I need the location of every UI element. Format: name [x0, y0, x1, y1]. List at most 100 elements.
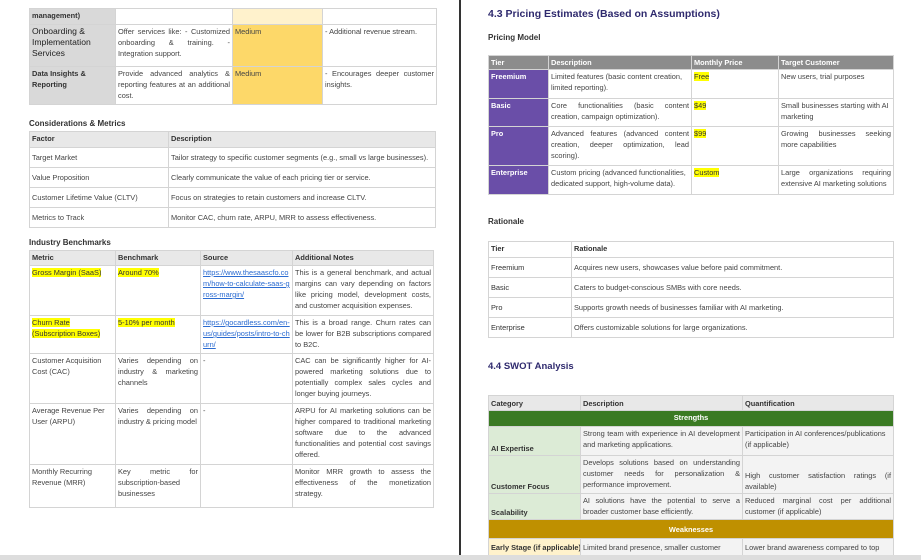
- column-header: Category: [488, 395, 581, 411]
- tier-cell: Freemium: [488, 69, 549, 99]
- metric-cell: Monthly Recurring Revenue (MRR): [29, 464, 116, 508]
- description-cell: Clearly communicate the value of each pr…: [168, 167, 436, 188]
- rationale-table: Tier Rationale Freemium Acquires new users…: [488, 241, 894, 338]
- service-notes: - Additional revenue stream.: [322, 24, 437, 67]
- services-table: management) Onboarding & Implementation …: [29, 8, 437, 105]
- service-notes: - Encourages deeper customer insights.: [322, 66, 437, 105]
- source-cell: -: [200, 403, 293, 465]
- tier-cell: Enterprise: [488, 317, 572, 338]
- rationale-cell: Offers customizable solutions for large …: [571, 317, 894, 338]
- description-cell: AI solutions have the potential to serve…: [580, 493, 743, 520]
- category-cell: Early Stage (if applicable): [488, 538, 581, 557]
- quantification-cell: Lower brand awareness compared to top: [742, 538, 894, 557]
- document-page-right: 4.3 Pricing Estimates (Based on Assumpti…: [461, 0, 921, 557]
- swot-heading: 4.4 SWOT Analysis: [488, 361, 574, 372]
- description-cell: Develops solutions based on understandin…: [580, 455, 743, 494]
- quantification-cell: Participation in AI conferences/publicat…: [742, 426, 894, 456]
- table-row: Basic Core functionalities (basic conten…: [488, 98, 894, 127]
- notes-cell: This is a general benchmark, and actual …: [292, 265, 434, 316]
- benchmark-cell: Around 70%: [118, 268, 159, 277]
- service-level: Medium: [232, 66, 323, 105]
- column-header: Factor: [29, 131, 169, 148]
- description-cell: Monitor CAC, churn rate, ARPU, MRR to as…: [168, 207, 436, 228]
- table-row: management): [29, 8, 437, 25]
- rationale-title: Rationale: [488, 217, 525, 226]
- metric-cell: Churn Rate (Subscription Boxes): [32, 318, 101, 338]
- viewer-bottom-edge: [0, 555, 921, 560]
- pricing-heading: 4.3 Pricing Estimates (Based on Assumpti…: [488, 8, 720, 20]
- notes-cell: ARPU for AI marketing solutions can be h…: [292, 403, 434, 465]
- column-header: Tier: [488, 55, 549, 70]
- benchmark-cell: Key metric for subscription-based busine…: [115, 464, 201, 508]
- rationale-cell: Caters to budget-conscious SMBs with cor…: [571, 277, 894, 298]
- table-row: Target Market Tailor strategy to specific…: [29, 147, 436, 168]
- column-header: Additional Notes: [292, 250, 434, 266]
- price-cell: Free: [694, 72, 710, 81]
- factor-cell: Customer Lifetime Value (CLTV): [29, 187, 169, 208]
- tier-cell: Pro: [488, 126, 549, 166]
- table-row: AI Expertise Strong team with experience…: [488, 426, 894, 456]
- table-row: Metrics to Track Monitor CAC, churn rate,…: [29, 207, 436, 228]
- service-name: Onboarding & Implementation Services: [29, 24, 116, 67]
- description-cell: Strong team with experience in AI develo…: [580, 426, 743, 456]
- table-row: Value Proposition Clearly communicate the…: [29, 167, 436, 188]
- tier-cell: Enterprise: [488, 165, 549, 195]
- quantification-cell: Reduced marginal cost per additional cus…: [742, 493, 894, 520]
- strengths-section-header: Strengths: [488, 410, 894, 427]
- description-cell: Custom pricing (advanced functionalities…: [548, 165, 692, 195]
- description-cell: Focus on strategies to retain customers …: [168, 187, 436, 208]
- column-header: Description: [548, 55, 692, 70]
- tier-cell: Basic: [488, 98, 549, 127]
- category-cell: AI Expertise: [488, 426, 581, 456]
- table-row: Average Revenue Per User (ARPU) Varies d…: [29, 403, 434, 465]
- price-cell: Custom: [694, 168, 720, 177]
- notes-cell: Monitor MRR growth to assess the effecti…: [292, 464, 434, 508]
- service-desc: Provide advanced analytics & reporting f…: [115, 66, 233, 105]
- considerations-table: Factor Description Target Market Tailor st…: [29, 131, 436, 228]
- source-link[interactable]: https://gocardless.com/en-us/guides/post…: [203, 318, 290, 349]
- considerations-title: Considerations & Metrics: [29, 119, 126, 128]
- document-page-left: management) Onboarding & Implementation …: [0, 0, 459, 555]
- benchmark-cell: 5-10% per month: [118, 318, 175, 327]
- price-cell: $99: [694, 129, 707, 138]
- table-row: Enterprise Offers customizable solutions …: [488, 317, 894, 338]
- column-header: Source: [200, 250, 293, 266]
- description-cell: Advanced features (advanced content crea…: [548, 126, 692, 166]
- table-row: Customer Focus Develops solutions based …: [488, 455, 894, 494]
- column-header: Quantification: [742, 395, 894, 411]
- table-row: Gross Margin (SaaS) Around 70% https://w…: [29, 265, 434, 316]
- table-row: Freemium Acquires new users, showcases va…: [488, 257, 894, 278]
- description-cell: Limited brand presence, smaller customer: [580, 538, 743, 557]
- category-cell: Scalability: [488, 493, 581, 520]
- tier-cell: Freemium: [488, 257, 572, 278]
- table-row: Monthly Recurring Revenue (MRR) Key metr…: [29, 464, 434, 508]
- factor-cell: Metrics to Track: [29, 207, 169, 228]
- rationale-cell: Supports growth needs of businesses fami…: [571, 297, 894, 318]
- source-cell: -: [200, 353, 293, 404]
- column-header: Metric: [29, 250, 116, 266]
- description-cell: Core functionalities (basic content crea…: [548, 98, 692, 127]
- service-level: [232, 8, 323, 25]
- source-link[interactable]: https://www.thesaascfo.com/how-to-calcul…: [203, 268, 290, 299]
- description-cell: Limited features (basic content creation…: [548, 69, 692, 99]
- table-row: Data Insights & Reporting Provide advanc…: [29, 66, 437, 105]
- description-cell: Tailor strategy to specific customer seg…: [168, 147, 436, 168]
- column-header: Monthly Price: [691, 55, 779, 70]
- service-level: Medium: [232, 24, 323, 67]
- service-name: Data Insights & Reporting: [29, 66, 116, 105]
- tier-cell: Pro: [488, 297, 572, 318]
- rationale-cell: Acquires new users, showcases value befo…: [571, 257, 894, 278]
- column-header: Rationale: [571, 241, 894, 258]
- service-notes: [322, 8, 437, 25]
- pricing-model-title: Pricing Model: [488, 33, 541, 42]
- benchmarks-table: Metric Benchmark Source Additional Notes…: [29, 250, 434, 508]
- benchmark-cell: Varies depending on industry & marketing…: [115, 353, 201, 404]
- metric-cell: Gross Margin (SaaS): [32, 268, 102, 277]
- table-row: Scalability AI solutions have the potent…: [488, 493, 894, 520]
- table-row: Basic Caters to budget-conscious SMBs wit…: [488, 277, 894, 298]
- table-row: Onboarding & Implementation Services Off…: [29, 24, 437, 67]
- customer-cell: Large organizations requiring extensive …: [778, 165, 894, 195]
- column-header: Description: [580, 395, 743, 411]
- benchmark-cell: Varies depending on industry & pricing m…: [115, 403, 201, 465]
- customer-cell: Growing businesses seeking more capabili…: [778, 126, 894, 166]
